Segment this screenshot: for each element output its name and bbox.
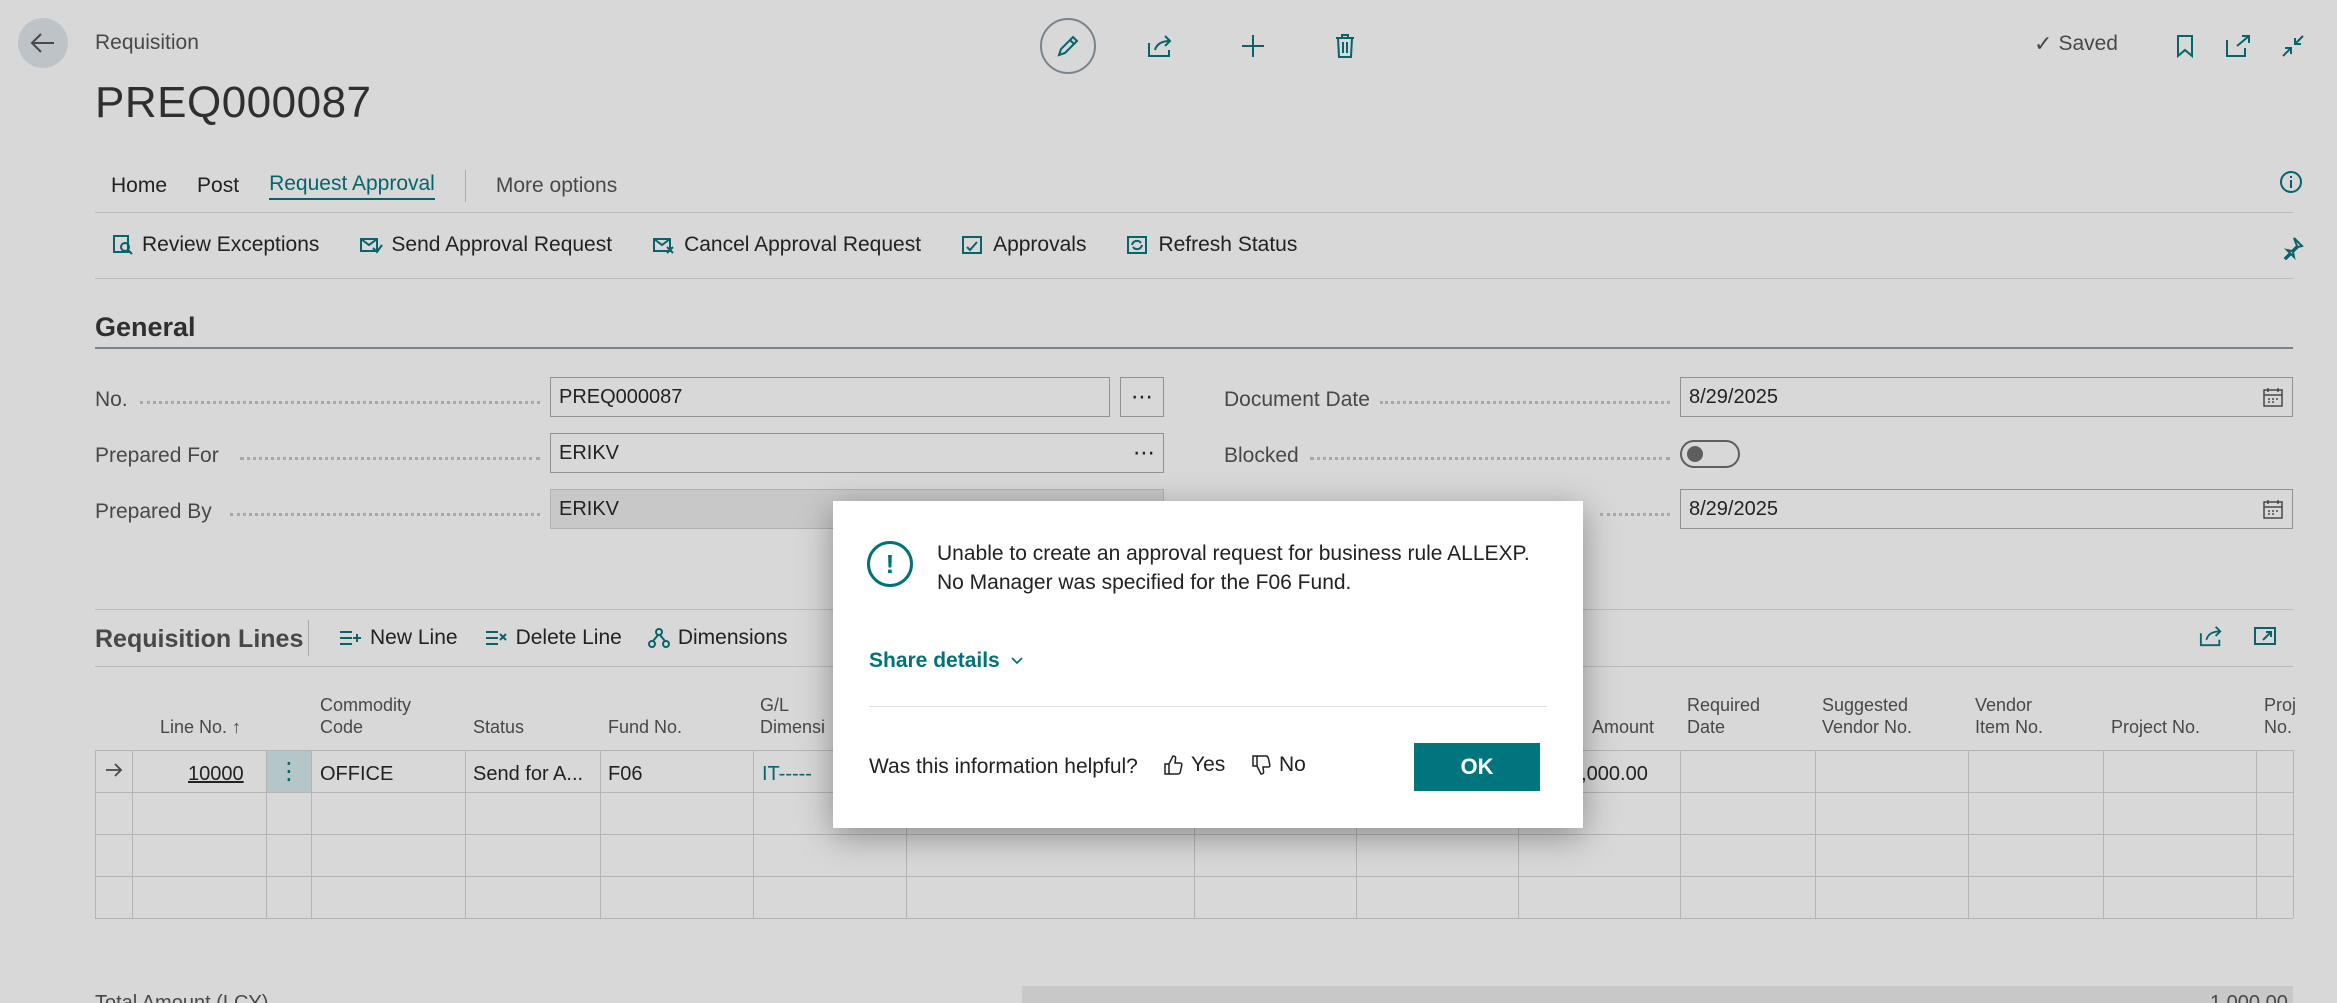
thumbs-down-icon [1252, 755, 1271, 775]
dialog-divider [869, 706, 1547, 707]
exclamation-icon: ! [867, 541, 913, 587]
helpful-question: Was this information helpful? [869, 755, 1138, 778]
dialog-message: Unable to create an approval request for… [937, 542, 1530, 594]
feedback-no-button[interactable]: No [1251, 753, 1306, 777]
ok-button[interactable]: OK [1414, 743, 1540, 791]
thumbs-up-icon [1164, 755, 1183, 775]
share-details-toggle[interactable]: Share details [869, 649, 1024, 673]
error-dialog: ! Unable to create an approval request f… [833, 501, 1583, 828]
chevron-down-icon [1011, 657, 1023, 665]
feedback-yes-button[interactable]: Yes [1163, 753, 1225, 777]
